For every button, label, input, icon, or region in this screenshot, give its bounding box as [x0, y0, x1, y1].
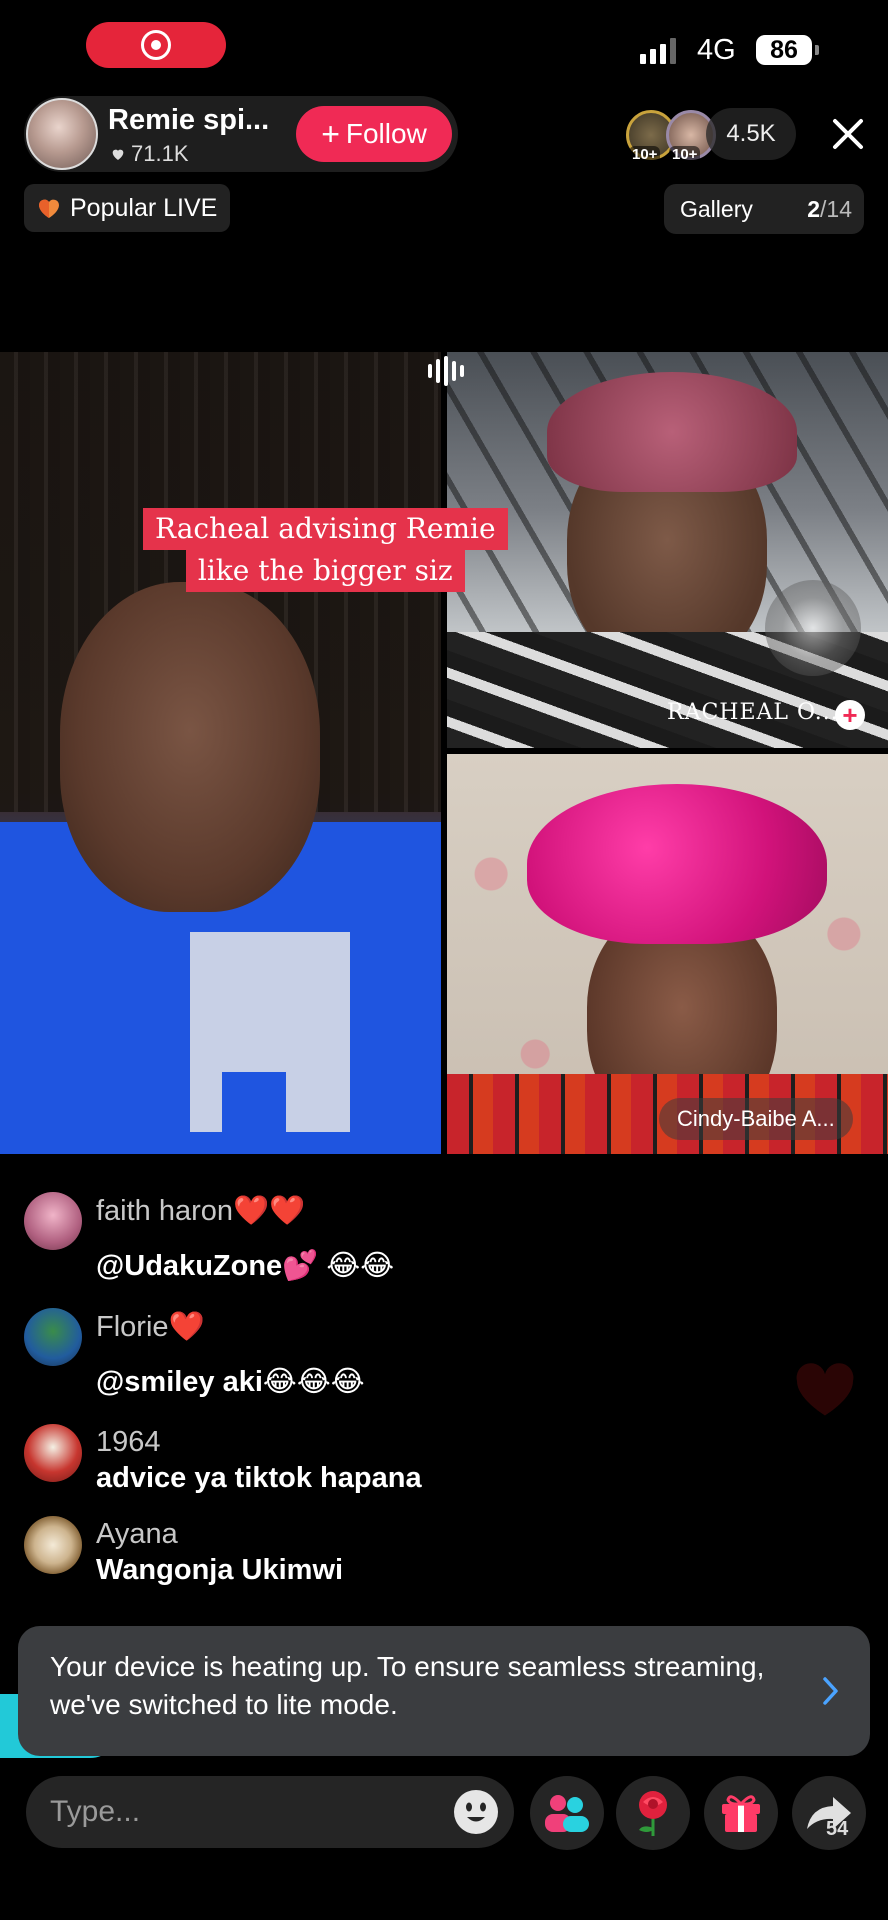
multi-guest-video-grid[interactable]: RACHEAL O... + Cindy-Baibe A... Racheal … [0, 352, 888, 1154]
comment-text: advice ya tiktok hapana [96, 1462, 422, 1494]
commenter-name[interactable]: Florie❤️ [96, 1310, 205, 1344]
host-avatar[interactable] [26, 98, 98, 170]
gallery-label: Gallery [680, 195, 753, 222]
lite-mode-toast[interactable]: Your device is heating up. To ensure sea… [18, 1626, 870, 1756]
commenter-avatar[interactable] [24, 1516, 82, 1574]
record-icon [141, 30, 171, 60]
battery-icon: 86 [756, 35, 819, 65]
guest-video-tile-2[interactable]: Cindy-Baibe A... [447, 754, 888, 1154]
comment-text: @UdakuZone💕 😂😂 [96, 1250, 395, 1282]
host-name[interactable]: Remie spi... [108, 104, 269, 137]
network-type: 4G [697, 34, 736, 66]
caption-line-1: Racheal advising Remie [143, 508, 508, 550]
gallery-count: 2/14 [807, 195, 852, 222]
plus-icon: + [321, 116, 340, 152]
multi-guest-button[interactable] [530, 1776, 604, 1850]
close-icon[interactable] [826, 112, 870, 156]
mic-bubble-icon[interactable] [765, 580, 861, 676]
rose-gift-button[interactable] [616, 1776, 690, 1850]
guests-icon [545, 1795, 589, 1832]
gift-button[interactable] [704, 1776, 778, 1850]
host-face [60, 582, 320, 912]
video-caption: Racheal advising Remie like the bigger s… [143, 508, 508, 592]
heart-icon [112, 149, 124, 160]
chevron-right-icon[interactable] [820, 1674, 842, 1708]
commenter-name[interactable]: 1964 [96, 1426, 161, 1459]
comment-text: Wangonja Ukimwi [96, 1554, 344, 1586]
signal-icon [640, 38, 676, 64]
audio-wave-icon [428, 356, 464, 386]
guest-1-name: RACHEAL O... [667, 700, 839, 725]
guest-2-name: Cindy-Baibe A... [659, 1098, 853, 1140]
caption-line-2: like the bigger siz [185, 550, 465, 592]
host-info[interactable]: Remie spi... 71.1K + Follow [24, 96, 458, 172]
viewer-badge: 10+ [629, 146, 661, 163]
comment-input[interactable] [26, 1776, 514, 1848]
commenter-avatar[interactable] [24, 1192, 82, 1250]
commenter-name[interactable]: Ayana [96, 1518, 178, 1551]
follow-button[interactable]: + Follow [296, 106, 452, 162]
add-guest-icon[interactable]: + [835, 700, 865, 730]
share-count: 54 [826, 1818, 849, 1840]
toast-message: Your device is heating up. To ensure sea… [50, 1651, 765, 1720]
screen-recording-indicator[interactable] [86, 22, 226, 68]
commenter-avatar[interactable] [24, 1308, 82, 1366]
popular-live-badge[interactable]: Popular LIVE [24, 184, 230, 232]
status-bar: 4G 86 [0, 0, 888, 90]
commenter-avatar[interactable] [24, 1424, 82, 1482]
commenter-name[interactable]: faith haron❤️❤️ [96, 1194, 305, 1228]
host-likes-count: 71.1K [131, 141, 189, 166]
follow-label: Follow [345, 118, 427, 149]
host-video-tile[interactable] [0, 352, 441, 1154]
gift-icon [722, 1795, 760, 1832]
host-likes: 71.1K [110, 141, 189, 167]
guest-video-tile-1[interactable]: RACHEAL O... + [447, 352, 888, 748]
rose-icon [639, 1791, 667, 1836]
emoji-icon[interactable] [452, 1788, 500, 1836]
comment-text: @smiley aki😂😂😂 [96, 1366, 365, 1398]
like-heart-icon[interactable] [794, 1362, 856, 1418]
popular-live-label: Popular LIVE [70, 193, 218, 222]
heart-badge-icon [39, 199, 59, 218]
gallery-button[interactable]: Gallery 2/14 [664, 184, 864, 234]
viewer-badge: 10+ [669, 146, 701, 163]
viewer-count[interactable]: 4.5K [706, 108, 796, 160]
